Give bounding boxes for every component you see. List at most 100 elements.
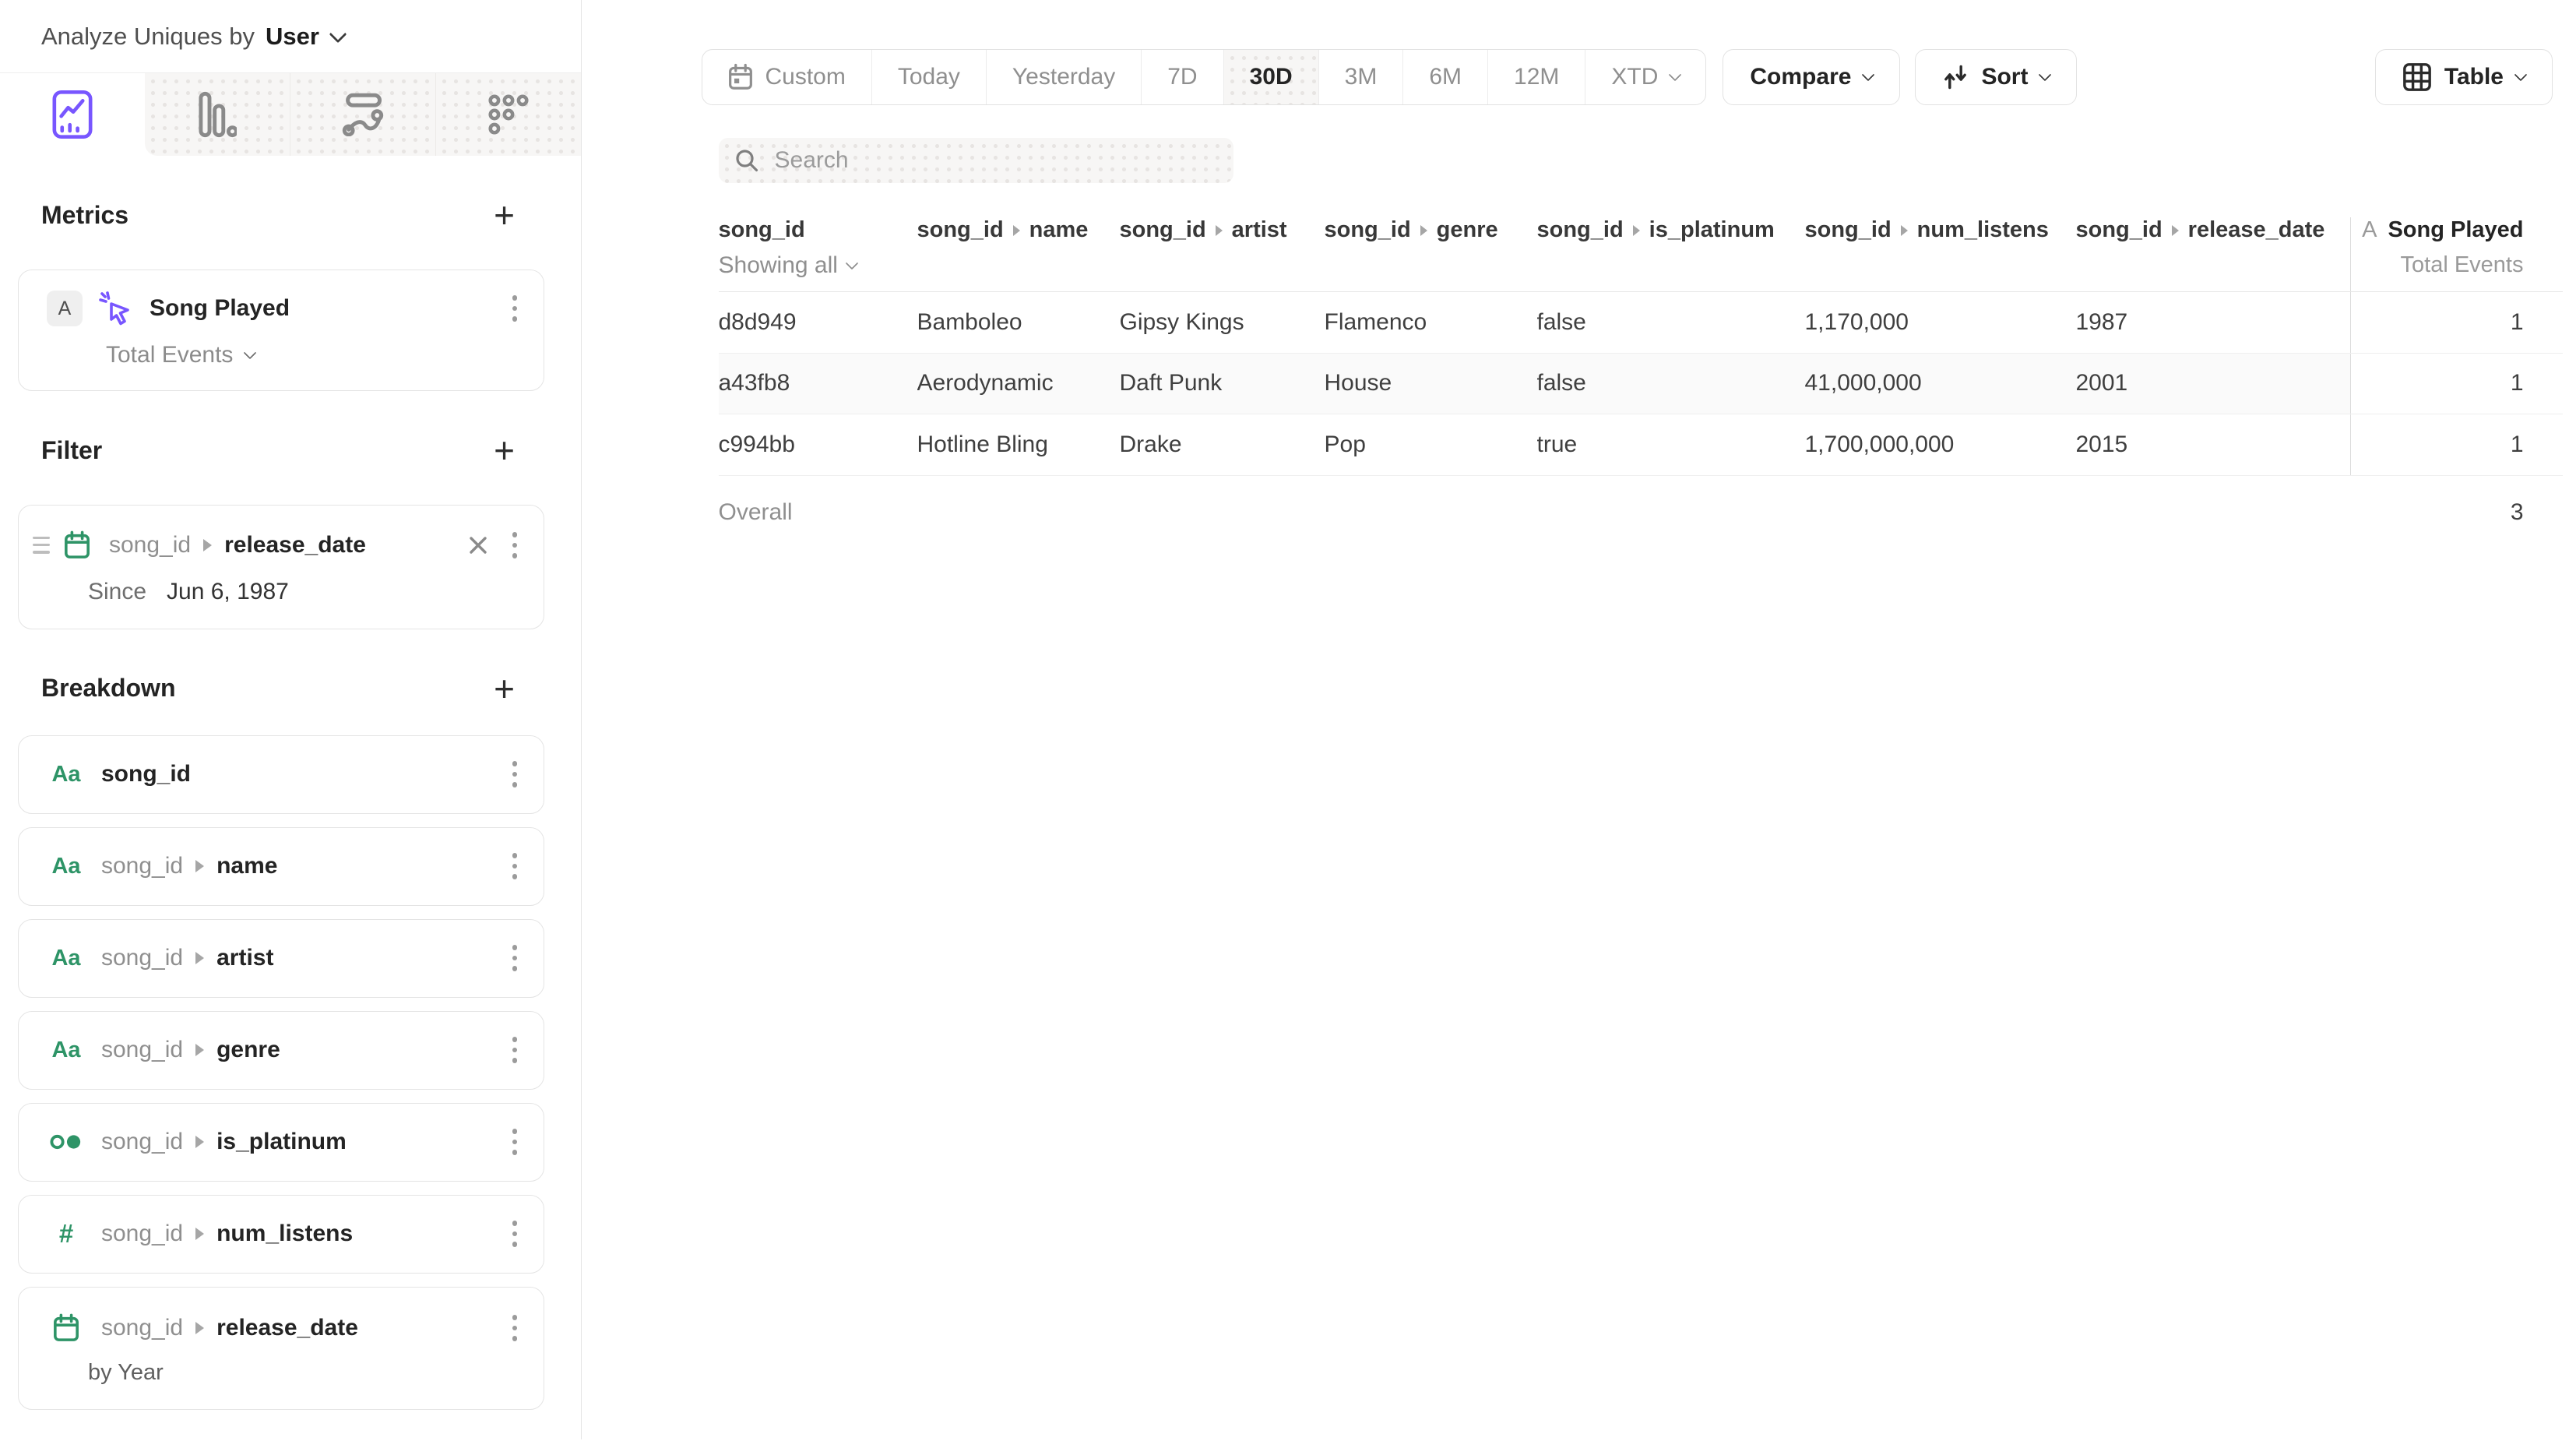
cell-metric-value: 1 xyxy=(2350,354,2563,414)
metric-letter: A xyxy=(2362,217,2377,243)
sort-button[interactable]: Sort xyxy=(1915,49,2077,105)
number-type-icon: # xyxy=(48,1219,84,1249)
breakdown-card[interactable]: song_id is_platinum xyxy=(18,1103,544,1182)
cell-name: Bamboleo xyxy=(917,309,1120,336)
chevron-right-icon xyxy=(195,1228,204,1240)
add-breakdown-button[interactable]: + xyxy=(494,673,515,704)
breakdown-modifier[interactable]: by Year xyxy=(88,1360,525,1386)
cell-artist: Daft Punk xyxy=(1120,370,1325,396)
date-range-xtd[interactable]: XTD xyxy=(1585,50,1705,104)
metric-kebab-menu[interactable] xyxy=(505,291,526,326)
date-range-6m[interactable]: 6M xyxy=(1403,50,1488,104)
breakdown-kebab-menu[interactable] xyxy=(505,1124,526,1160)
column-label-parent: song_id xyxy=(1805,217,1892,243)
breakdown-kebab-menu[interactable] xyxy=(505,848,526,884)
breakdown-card[interactable]: Aa song_id xyxy=(18,735,544,814)
table-row[interactable]: d8d949 Bamboleo Gipsy Kings Flamenco fal… xyxy=(719,292,2563,354)
column-header-release-date[interactable]: song_id release_date xyxy=(2076,217,2350,243)
metrics-section-header: Metrics + xyxy=(18,199,544,231)
cell-genre: Flamenco xyxy=(1325,309,1537,336)
chevron-down-icon xyxy=(845,257,858,270)
add-metric-button[interactable]: + xyxy=(494,199,515,231)
filter-kebab-menu[interactable] xyxy=(505,527,526,563)
showing-all-label: Showing all xyxy=(719,252,838,279)
toolbar: Custom Today Yesterday 7D 30D 3M 6M 12M … xyxy=(583,49,2576,105)
filter-value[interactable]: Jun 6, 1987 xyxy=(167,579,289,605)
breakdown-card[interactable]: # song_id num_listens xyxy=(18,1195,544,1274)
filter-card[interactable]: song_id release_date Since Jun 6, 1987 xyxy=(18,505,544,629)
breakdown-property-child: num_listens xyxy=(216,1221,353,1247)
add-filter-button[interactable]: + xyxy=(494,435,515,466)
metric-name: Song Played xyxy=(2388,217,2523,243)
chevron-right-icon xyxy=(2172,225,2179,236)
date-range-control: Custom Today Yesterday 7D 30D 3M 6M 12M … xyxy=(702,49,1707,105)
chevron-right-icon xyxy=(1901,225,1908,236)
breakdown-property-child: artist xyxy=(216,945,273,971)
breakdown-kebab-menu[interactable] xyxy=(505,756,526,792)
chevron-down-icon xyxy=(1669,69,1682,82)
column-header-artist[interactable]: song_id artist xyxy=(1120,217,1325,243)
tab-retention[interactable] xyxy=(435,73,581,156)
column-header-song-id[interactable]: song_id xyxy=(719,217,917,243)
chevron-down-icon xyxy=(1862,69,1875,82)
chevron-right-icon xyxy=(195,1044,204,1056)
date-range-today[interactable]: Today xyxy=(872,50,987,104)
showing-all-control[interactable]: Showing all xyxy=(719,252,917,279)
date-range-label: 6M xyxy=(1429,64,1462,90)
date-range-label: Custom xyxy=(765,64,846,90)
breakdown-property-child: name xyxy=(216,853,277,879)
breakdown-property-parent: song_id xyxy=(101,1037,183,1063)
breakdown-card[interactable]: Aa song_id genre xyxy=(18,1011,544,1090)
column-header-genre[interactable]: song_id genre xyxy=(1325,217,1537,243)
metrics-heading: Metrics xyxy=(41,201,128,230)
breakdown-kebab-menu[interactable] xyxy=(505,1216,526,1252)
breakdown-card[interactable]: Aa song_id name xyxy=(18,827,544,906)
entity-selector[interactable]: User xyxy=(266,23,319,51)
flows-icon xyxy=(341,93,385,136)
date-range-yesterday[interactable]: Yesterday xyxy=(987,50,1142,104)
cell-artist: Drake xyxy=(1120,432,1325,458)
tab-flows[interactable] xyxy=(290,73,435,156)
metric-event-name[interactable]: Song Played xyxy=(150,295,290,322)
tab-insights[interactable] xyxy=(0,73,145,156)
metric-aggregation[interactable]: Total Events xyxy=(106,342,525,368)
drag-handle[interactable] xyxy=(30,532,53,558)
tab-funnels[interactable] xyxy=(145,73,290,156)
breakdown-card[interactable]: Aa song_id artist xyxy=(18,919,544,998)
remove-filter-button[interactable] xyxy=(464,531,492,559)
metric-card[interactable]: A Song Played Total Events xyxy=(18,270,544,391)
chevron-right-icon xyxy=(195,860,204,872)
date-range-12m[interactable]: 12M xyxy=(1488,50,1585,104)
table-search[interactable] xyxy=(719,138,1233,183)
date-range-30d[interactable]: 30D xyxy=(1224,50,1319,104)
filter-operator[interactable]: Since xyxy=(88,579,146,605)
chart-type-button[interactable]: Table xyxy=(2375,49,2553,105)
cell-is-platinum: true xyxy=(1537,432,1805,458)
cell-artist: Gipsy Kings xyxy=(1120,309,1325,336)
column-label-parent: song_id xyxy=(1120,217,1206,243)
search-input[interactable] xyxy=(773,146,1218,174)
column-label-child: num_listens xyxy=(1917,217,2049,243)
compare-button[interactable]: Compare xyxy=(1723,49,1900,105)
column-header-name[interactable]: song_id name xyxy=(917,217,1120,243)
cell-metric-value: 1 xyxy=(2350,414,2563,475)
breakdown-kebab-menu[interactable] xyxy=(505,940,526,976)
breakdown-kebab-menu[interactable] xyxy=(505,1032,526,1068)
aggregation-label: Total Events xyxy=(106,342,233,368)
table-row[interactable]: a43fb8 Aerodynamic Daft Punk House false… xyxy=(719,354,2563,415)
date-range-custom[interactable]: Custom xyxy=(702,50,872,104)
chevron-down-icon xyxy=(244,347,257,360)
date-range-3m[interactable]: 3M xyxy=(1319,50,1404,104)
table-row[interactable]: c994bb Hotline Bling Drake Pop true 1,70… xyxy=(719,414,2563,476)
analysis-header: Analyze Uniques by User xyxy=(0,0,581,73)
table-grid-icon xyxy=(2402,62,2432,92)
column-header-is-platinum[interactable]: song_id is_platinum xyxy=(1537,217,1805,243)
date-range-7d[interactable]: 7D xyxy=(1142,50,1223,104)
breakdown-card[interactable]: song_id release_date by Year xyxy=(18,1287,544,1410)
chart-type-label: Table xyxy=(2444,64,2504,90)
column-header-metric[interactable]: A Song Played Total Events xyxy=(2350,217,2563,291)
column-header-num-listens[interactable]: song_id num_listens xyxy=(1805,217,2076,243)
breakdown-kebab-menu[interactable] xyxy=(505,1310,526,1346)
filter-heading: Filter xyxy=(41,436,102,465)
chevron-down-icon xyxy=(2514,69,2528,82)
